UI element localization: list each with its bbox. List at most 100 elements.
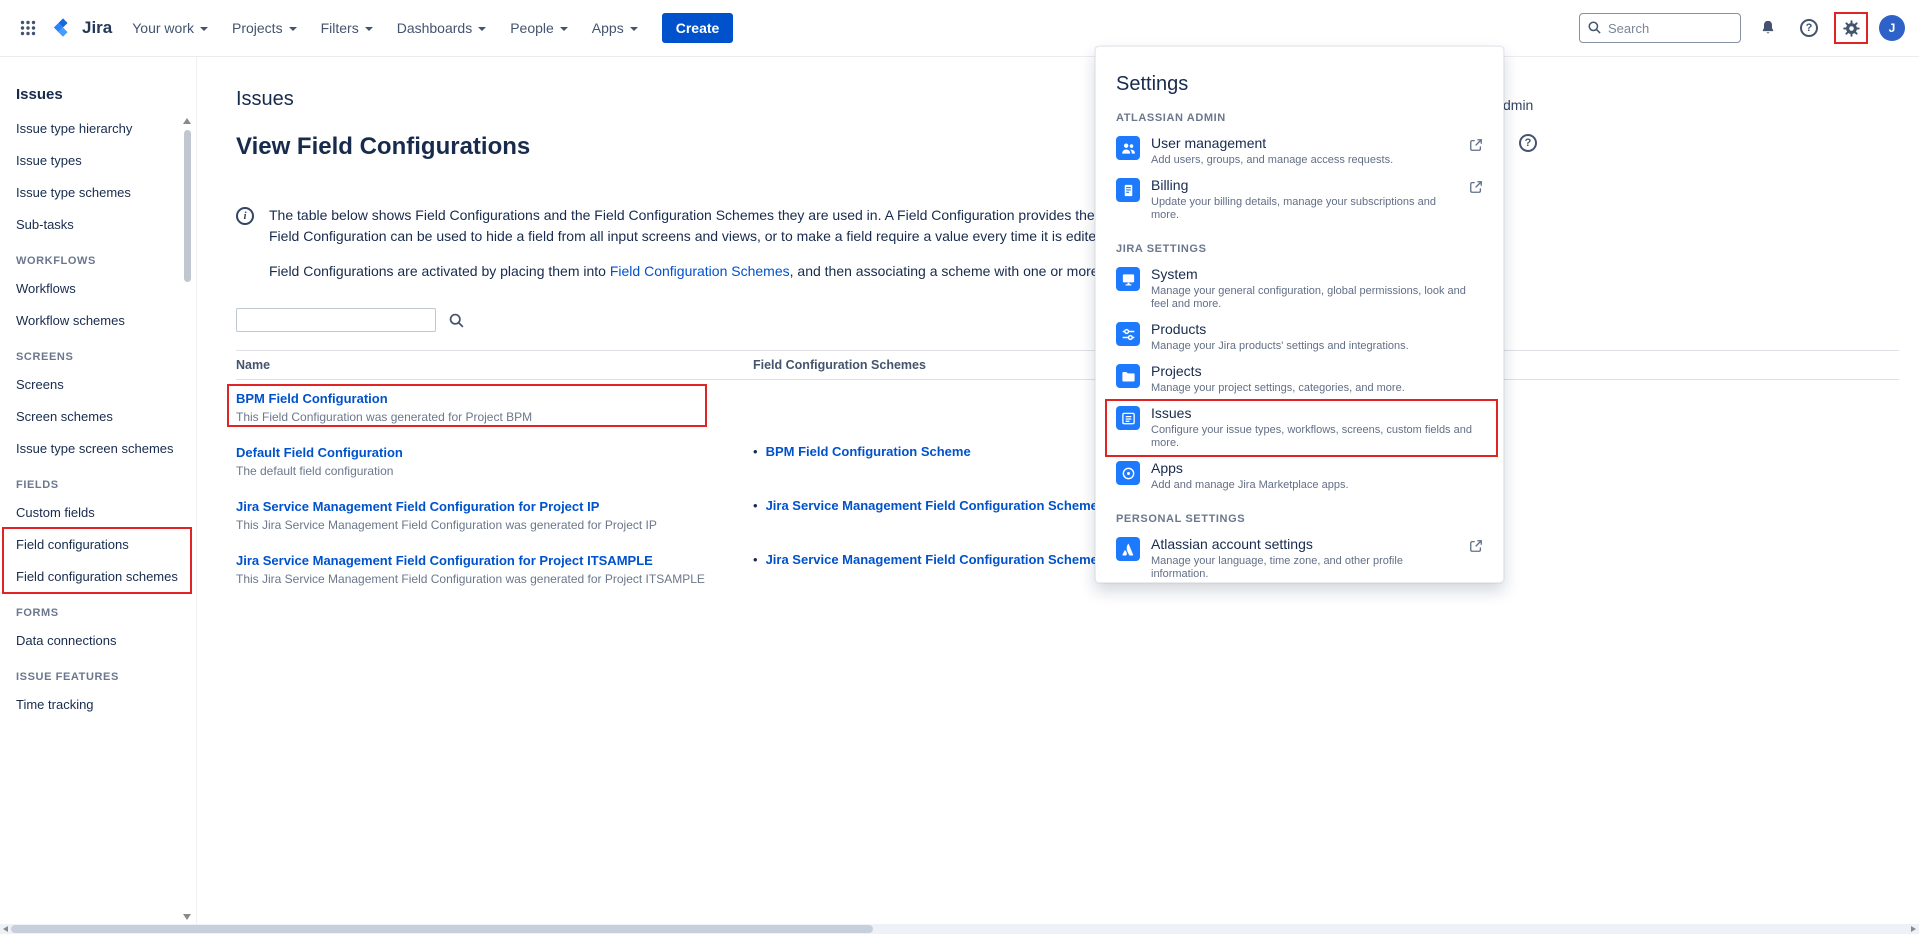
sidebar-title: Issues — [16, 86, 180, 103]
nav-item-people[interactable]: People — [500, 12, 578, 44]
sidebar-item-issue-types[interactable]: Issue types — [16, 145, 180, 177]
gear-icon — [1841, 18, 1862, 39]
nav-item-dashboards[interactable]: Dashboards — [387, 12, 497, 44]
sidebar-group-workflows: WORKFLOWS Workflows Workflow schemes — [16, 241, 180, 337]
search-input[interactable] — [1579, 13, 1741, 43]
external-link-icon — [1469, 138, 1483, 155]
apps-icon — [1116, 461, 1140, 485]
annotation-box-sidebar: Field configurations Field configuration… — [16, 529, 180, 593]
sidebar-item-screens[interactable]: Screens — [16, 369, 180, 401]
atlassian-logo-icon — [1116, 537, 1140, 561]
settings-item-atlassian-account[interactable]: Atlassian account settings Manage your l… — [1110, 532, 1489, 583]
notifications-bell-icon[interactable] — [1754, 14, 1782, 42]
sidebar-item-field-configuration-schemes[interactable]: Field configuration schemes — [16, 561, 180, 593]
scroll-down-arrow-icon[interactable] — [183, 914, 191, 920]
settings-item-issues[interactable]: Issues Configure your issue types, workf… — [1110, 401, 1489, 455]
user-management-icon — [1116, 136, 1140, 160]
search-icon — [1587, 20, 1602, 35]
main-content: Issues dmin ? View Field Configurations … — [197, 56, 1919, 924]
settings-item-billing[interactable]: Billing Update your billing details, man… — [1110, 173, 1489, 227]
settings-gear-icon[interactable] — [1836, 14, 1866, 42]
field-config-link-default[interactable]: Default Field Configuration — [236, 445, 403, 460]
sidebar-group-fields: FIELDS Custom fields Field configuration… — [16, 465, 180, 593]
help-icon[interactable]: ? — [1795, 14, 1823, 42]
external-link-icon — [1469, 180, 1483, 197]
sidebar-item-issue-type-schemes[interactable]: Issue type schemes — [16, 177, 180, 209]
field-configurations-table: Name Field Configuration Schemes BPM Fie… — [236, 350, 1899, 596]
sidebar-heading-screens: SCREENS — [16, 337, 180, 369]
sidebar-item-screen-schemes[interactable]: Screen schemes — [16, 401, 180, 433]
scroll-left-arrow-icon[interactable] — [3, 926, 8, 932]
jira-logo[interactable]: Jira — [46, 11, 118, 45]
nav-item-apps[interactable]: Apps — [582, 12, 648, 44]
page-help-icon[interactable]: ? — [1519, 134, 1537, 152]
sidebar-heading-fields: FIELDS — [16, 465, 180, 497]
chevron-down-icon — [200, 27, 208, 31]
table-row: BPM Field Configuration This Field Confi… — [236, 380, 1899, 434]
settings-heading-atlassian-admin: ATLASSIAN ADMIN — [1116, 112, 1483, 124]
sidebar-heading-forms: FORMS — [16, 593, 180, 625]
nav-item-your-work[interactable]: Your work — [122, 12, 218, 44]
settings-item-user-management[interactable]: User management Add users, groups, and m… — [1110, 131, 1489, 172]
field-config-link-itsample[interactable]: Jira Service Management Field Configurat… — [236, 553, 653, 568]
settings-heading-personal-settings: PERSONAL SETTINGS — [1116, 513, 1483, 525]
chevron-down-icon — [365, 27, 373, 31]
sidebar-group-issue-features: ISSUE FEATURES Time tracking — [16, 657, 180, 721]
scheme-link-bpm[interactable]: BPM Field Configuration Scheme — [766, 444, 971, 459]
sidebar-item-data-connections[interactable]: Data connections — [16, 625, 180, 657]
jira-logo-text: Jira — [82, 18, 112, 38]
scroll-up-arrow-icon[interactable] — [183, 118, 191, 124]
sidebar-item-time-tracking[interactable]: Time tracking — [16, 689, 180, 721]
nav-item-filters[interactable]: Filters — [311, 12, 383, 44]
sidebar-group-forms: FORMS Data connections — [16, 593, 180, 657]
app-switcher-icon[interactable] — [14, 14, 42, 42]
nav-item-projects[interactable]: Projects — [222, 12, 307, 44]
page-title: View Field Configurations — [236, 133, 1919, 161]
sidebar-item-workflows[interactable]: Workflows — [16, 273, 180, 305]
filter-input[interactable] — [236, 308, 436, 332]
sidebar-item-workflow-schemes[interactable]: Workflow schemes — [16, 305, 180, 337]
sidebar-group-issue-types: Issue type hierarchy Issue types Issue t… — [16, 113, 180, 241]
sidebar-item-field-configurations[interactable]: Field configurations — [16, 529, 180, 561]
info-icon: i — [236, 207, 254, 225]
horizontal-scrollbar-thumb[interactable] — [11, 925, 873, 933]
chevron-down-icon — [478, 27, 486, 31]
settings-item-apps[interactable]: Apps Add and manage Jira Marketplace app… — [1110, 456, 1489, 497]
sidebar-heading-workflows: WORKFLOWS — [16, 241, 180, 273]
field-config-link-ip[interactable]: Jira Service Management Field Configurat… — [236, 499, 599, 514]
partially-hidden-button-text: dmin — [1503, 97, 1533, 113]
sidebar-item-issue-type-screen-schemes[interactable]: Issue type screen schemes — [16, 433, 180, 465]
sidebar-scrollbar-thumb[interactable] — [184, 130, 191, 282]
field-configuration-schemes-link[interactable]: Field Configuration Schemes — [610, 263, 790, 279]
field-config-link-bpm[interactable]: BPM Field Configuration — [236, 391, 388, 406]
settings-item-system[interactable]: System Manage your general configuration… — [1110, 262, 1489, 316]
system-icon — [1116, 267, 1140, 291]
external-link-icon — [1469, 539, 1483, 556]
filter-search-icon[interactable] — [448, 312, 465, 329]
sidebar-item-sub-tasks[interactable]: Sub-tasks — [16, 209, 180, 241]
settings-item-projects[interactable]: Projects Manage your project settings, c… — [1110, 359, 1489, 400]
sidebar-scrollbar[interactable] — [183, 118, 192, 920]
settings-item-products[interactable]: Products Manage your Jira products' sett… — [1110, 317, 1489, 358]
sidebar-item-custom-fields[interactable]: Custom fields — [16, 497, 180, 529]
chevron-down-icon — [289, 27, 297, 31]
billing-icon — [1116, 178, 1140, 202]
sidebar-item-issue-type-hierarchy[interactable]: Issue type hierarchy — [16, 113, 180, 145]
user-avatar[interactable]: J — [1879, 15, 1905, 41]
sidebar-group-screens: SCREENS Screens Screen schemes Issue typ… — [16, 337, 180, 465]
search-box — [1579, 13, 1741, 43]
table-header: Name Field Configuration Schemes — [236, 350, 1899, 380]
table-row: Jira Service Management Field Configurat… — [236, 488, 1899, 542]
sidebar-heading-issue-features: ISSUE FEATURES — [16, 657, 180, 689]
bullet-icon: • — [753, 552, 758, 568]
horizontal-scrollbar[interactable] — [0, 924, 1919, 934]
create-button[interactable]: Create — [662, 13, 734, 43]
scroll-right-arrow-icon[interactable] — [1911, 926, 1916, 932]
table-row: Jira Service Management Field Configurat… — [236, 542, 1899, 596]
section-title: Issues — [236, 88, 1919, 111]
settings-panel-title: Settings — [1116, 73, 1483, 96]
chevron-down-icon — [560, 27, 568, 31]
projects-icon — [1116, 364, 1140, 388]
sidebar: Issues Issue type hierarchy Issue types … — [0, 56, 197, 924]
column-header-name: Name — [236, 358, 753, 372]
